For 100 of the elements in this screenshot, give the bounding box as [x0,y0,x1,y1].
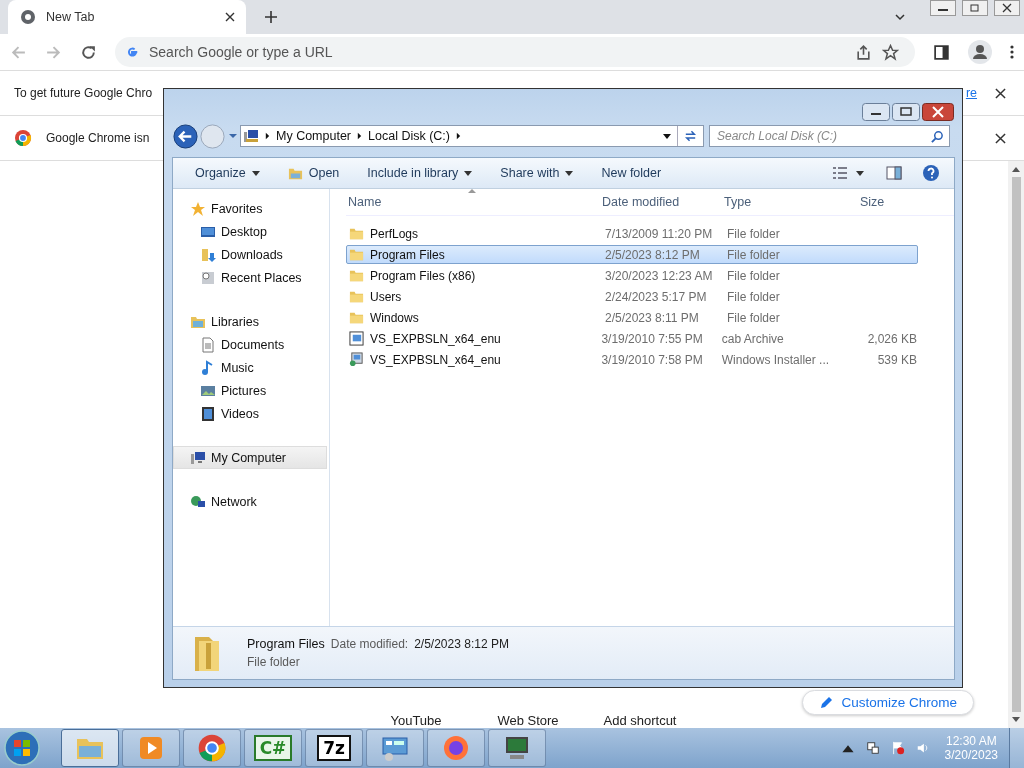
customize-chrome-button[interactable]: Customize Chrome [802,690,974,715]
file-row[interactable]: VS_EXPBSLN_x64_enu 3/19/2010 7:58 PM Windows Installer ... 539 KB [346,350,918,369]
back-button[interactable] [172,122,199,150]
nav-item[interactable]: Pictures [173,379,329,402]
file-row[interactable]: VS_EXPBSLN_x64_enu 3/19/2010 7:55 PM cab Archive 2,026 KB [346,329,918,348]
address-bar[interactable]: My Computer Local Disk (C:) [240,125,704,147]
taskbar-button[interactable]: C# [244,729,302,767]
folder-icon [349,310,364,325]
caret-icon [251,170,260,176]
chrome-logo-icon [14,129,32,147]
scroll-up-icon[interactable] [1012,166,1020,172]
recent-pages-icon[interactable] [228,133,238,139]
taskbar-button[interactable] [122,729,180,767]
chevron-down-icon[interactable] [894,11,906,23]
view-list-icon[interactable] [832,166,848,180]
close-icon[interactable] [992,0,1022,16]
nav-item[interactable]: Music [173,356,329,379]
film-icon [200,405,216,422]
tab-title: New Tab [46,10,96,24]
nav-item[interactable]: Network [173,490,329,513]
column-header[interactable]: Date modified [600,195,722,209]
caret-icon[interactable] [856,170,864,176]
nav-item[interactable]: Desktop [173,220,329,243]
nav-item[interactable]: Documents [173,333,329,356]
close-icon[interactable] [995,87,1006,99]
caret-icon [464,170,473,176]
infobar-link[interactable]: re [965,86,977,100]
computer-icon [190,449,206,466]
browser-tab[interactable]: New Tab [8,0,246,34]
maximize-icon[interactable] [892,103,920,121]
file-type: Windows Installer ... [720,352,831,367]
nav-item[interactable]: Favorites [173,197,329,220]
infobar-message: To get future Google Chro [14,86,153,100]
dropdown-caret-icon[interactable] [663,133,671,139]
file-type: File folder [726,226,781,241]
toolbar-button[interactable]: Organize [189,160,266,186]
file-row[interactable]: Windows 2/5/2023 8:11 PM File folder [346,308,918,327]
breadcrumb-item[interactable]: My Computer [276,129,352,143]
column-header[interactable]: Name [346,195,600,209]
help-icon[interactable] [922,164,940,182]
breadcrumb-item[interactable]: Local Disk (C:) [368,129,450,143]
flag-icon[interactable] [890,741,905,755]
toolbar-button[interactable]: Share with [494,160,580,186]
menu-icon[interactable] [1010,44,1014,60]
infobar-message: Google Chrome isn [46,131,150,145]
minimize-icon[interactable] [862,103,890,121]
nav-item[interactable]: Recent Places [173,266,329,289]
scroll-down-icon[interactable] [1012,717,1020,723]
file-row[interactable]: PerfLogs 7/13/2009 11:20 PM File folder [346,224,918,243]
nav-item[interactable]: My Computer [173,446,327,469]
star-icon [190,200,206,217]
new-tab-icon[interactable] [264,10,278,24]
file-size: 2,026 KB [866,331,917,346]
details-type: File folder [247,655,301,669]
column-header[interactable]: Size [846,195,924,209]
star-icon[interactable] [882,43,899,61]
taskbar-button[interactable] [61,729,119,767]
shortcut-label[interactable]: Web Store [472,713,584,728]
taskbar-button[interactable] [183,729,241,767]
side-panel-icon[interactable] [933,43,950,61]
file-row[interactable]: Program Files (x86) 3/20/2023 12:23 AM File folder [346,266,918,285]
toolbar-button[interactable]: New folder [595,160,668,186]
file-type: File folder [726,247,781,262]
close-icon[interactable] [995,132,1006,144]
file-name: PerfLogs [370,226,419,241]
address-bar[interactable]: Search Google or type a URL [115,37,915,67]
scrollbar[interactable] [1008,161,1024,728]
folder-icon [349,289,364,304]
file-row[interactable]: Program Files 2/5/2023 8:12 PM File folder [346,245,918,264]
chevron-right-icon[interactable] [456,132,461,140]
show-desktop-button[interactable] [1009,728,1024,768]
nav-item[interactable]: Videos [173,402,329,425]
column-header[interactable]: Type [722,195,846,209]
toolbar-button[interactable]: Open [281,160,346,186]
taskbar-button[interactable]: 7z [305,729,363,767]
preview-pane-icon[interactable] [886,166,902,180]
archive-icon: 7z [317,735,351,761]
start-button[interactable] [2,728,42,768]
shortcut-label[interactable]: Add shortcut [584,713,696,728]
network-icon[interactable] [865,741,880,755]
shortcut-label[interactable]: YouTube [360,713,472,728]
chevron-right-icon[interactable] [265,132,270,140]
taskbar-button[interactable] [427,729,485,767]
profile-icon[interactable] [968,40,992,64]
nav-item[interactable]: Libraries [173,310,329,333]
close-icon[interactable] [922,103,954,121]
file-name: Program Files [370,247,445,262]
taskbar-button[interactable] [366,729,424,767]
nav-item[interactable]: Downloads [173,243,329,266]
minimize-icon[interactable] [928,0,958,16]
pencil-icon [819,695,834,710]
search-field[interactable]: Search Local Disk (C:) [709,125,950,147]
reload-icon[interactable] [80,43,97,61]
chevron-right-icon[interactable] [357,132,363,140]
scroll-thumb[interactable] [1011,177,1021,712]
file-row[interactable]: Users 2/24/2023 5:17 PM File folder [346,287,918,306]
taskbar-button[interactable] [488,729,546,767]
share-icon[interactable] [855,43,872,61]
close-icon[interactable] [224,11,236,23]
toolbar-button[interactable]: Include in library [361,160,479,186]
